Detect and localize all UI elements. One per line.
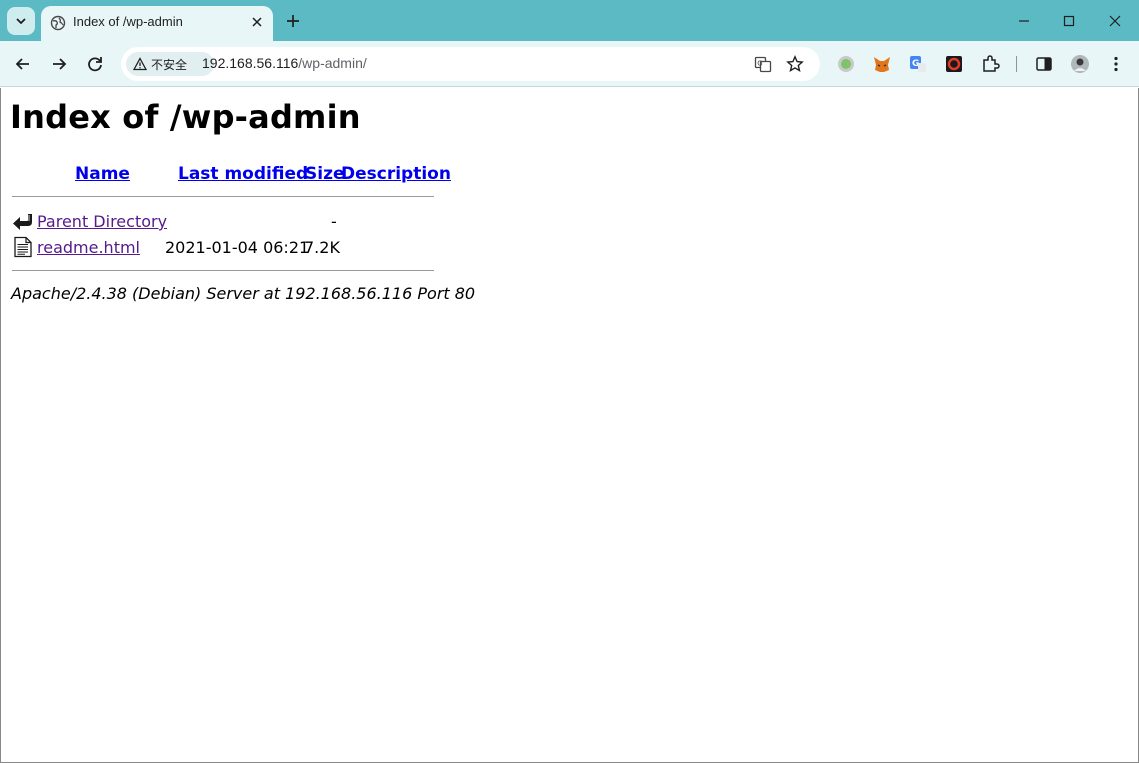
tab-title: Index of /wp-admin bbox=[73, 14, 183, 29]
bookmark-star-icon[interactable] bbox=[786, 55, 804, 73]
toolbar: 不安全 192.168.56.116/wp-admin/ G G bbox=[0, 41, 1139, 87]
parent-directory-link[interactable]: Parent Directory bbox=[37, 212, 167, 231]
new-tab-icon[interactable] bbox=[284, 12, 302, 30]
url-path: /wp-admin/ bbox=[298, 55, 367, 71]
page-title: Index of /wp-admin bbox=[10, 98, 361, 136]
translate-icon[interactable]: G bbox=[754, 55, 772, 73]
row-size: - bbox=[331, 212, 337, 231]
warning-icon bbox=[133, 57, 147, 71]
back-icon[interactable] bbox=[12, 53, 34, 75]
column-header-size[interactable]: Size bbox=[305, 164, 345, 184]
reload-icon[interactable] bbox=[84, 53, 106, 75]
page-content: Index of /wp-admin Name Last modified Si… bbox=[0, 88, 1139, 763]
server-signature: Apache/2.4.38 (Debian) Server at 192.168… bbox=[11, 284, 476, 303]
google-translate-icon[interactable]: G bbox=[908, 54, 928, 74]
column-header-name[interactable]: Name bbox=[75, 164, 130, 184]
close-tab-icon[interactable] bbox=[249, 14, 265, 30]
close-window-icon[interactable] bbox=[1105, 11, 1125, 31]
forward-icon[interactable] bbox=[48, 53, 70, 75]
minimize-icon[interactable] bbox=[1014, 11, 1034, 31]
active-tab[interactable]: Index of /wp-admin bbox=[41, 6, 273, 41]
circle-extension-icon[interactable] bbox=[836, 54, 856, 74]
url-host: 192.168.56.116 bbox=[202, 55, 299, 71]
side-panel-icon[interactable] bbox=[1034, 54, 1054, 74]
extensions-puzzle-icon[interactable] bbox=[980, 54, 1000, 74]
metamask-fox-icon[interactable] bbox=[872, 54, 892, 74]
url-text[interactable]: 192.168.56.116/wp-admin/ bbox=[202, 55, 367, 71]
header-divider bbox=[12, 196, 434, 197]
tab-strip: Index of /wp-admin bbox=[0, 0, 1139, 41]
profile-avatar-icon[interactable] bbox=[1070, 54, 1090, 74]
tab-search-button[interactable] bbox=[7, 7, 35, 35]
footer-divider bbox=[12, 270, 434, 271]
row-size: 7.2K bbox=[304, 238, 340, 257]
back-arrow-icon bbox=[13, 214, 32, 230]
text-file-icon bbox=[14, 236, 32, 258]
security-label: 不安全 bbox=[151, 57, 188, 72]
chevron-down-icon bbox=[16, 18, 26, 25]
menu-kebab-icon[interactable] bbox=[1106, 54, 1126, 74]
red-extension-icon[interactable] bbox=[944, 54, 964, 74]
column-header-description[interactable]: Description bbox=[341, 164, 451, 184]
readme-link[interactable]: readme.html bbox=[37, 238, 140, 257]
security-chip[interactable]: 不安全 bbox=[126, 52, 214, 76]
row-last-modified: 2021-01-04 06:21 bbox=[165, 238, 310, 257]
maximize-icon[interactable] bbox=[1059, 11, 1079, 31]
globe-icon bbox=[50, 15, 66, 31]
svg-text:G: G bbox=[757, 60, 762, 68]
toolbar-divider bbox=[1016, 56, 1017, 72]
address-bar[interactable]: 不安全 192.168.56.116/wp-admin/ G bbox=[121, 47, 820, 81]
column-header-last-modified[interactable]: Last modified bbox=[178, 164, 308, 184]
